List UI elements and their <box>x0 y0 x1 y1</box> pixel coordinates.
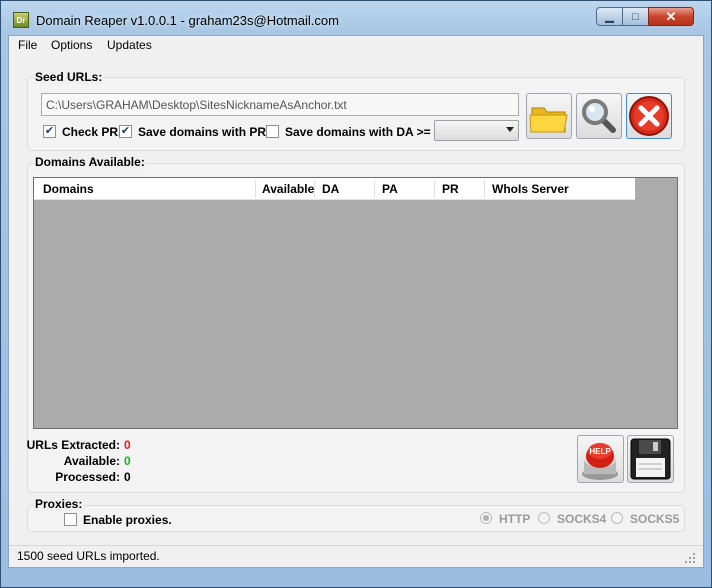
proxies-label: Proxies: <box>34 497 84 511</box>
save-da-label[interactable]: Save domains with DA >= <box>285 125 431 139</box>
proxy-socks5-label[interactable]: SOCKS5 <box>630 512 679 526</box>
close-button[interactable]: ✕ <box>648 7 694 26</box>
column-divider <box>374 180 375 198</box>
check-pr-label[interactable]: Check PR. <box>62 125 121 139</box>
column-available[interactable]: Available <box>262 182 314 196</box>
column-whois-server[interactable]: WhoIs Server <box>492 182 569 196</box>
seed-urls-label: Seed URLs: <box>34 70 104 84</box>
available-label: Available: <box>63 454 120 468</box>
column-domains[interactable]: Domains <box>43 182 94 196</box>
enable-proxies-checkbox[interactable] <box>64 513 77 526</box>
help-button-text: HELP <box>589 447 611 456</box>
da-threshold-dropdown[interactable] <box>434 120 519 141</box>
help-button[interactable]: HELP <box>577 435 624 483</box>
check-pr-checkbox[interactable]: ✔ <box>43 125 56 138</box>
domains-table[interactable] <box>33 177 678 429</box>
proxy-socks4-label[interactable]: SOCKS4 <box>557 512 606 526</box>
save-pr-label[interactable]: Save domains with PR. <box>138 125 269 139</box>
floppy-disk-icon <box>630 438 671 480</box>
stop-button[interactable] <box>626 93 672 139</box>
search-button[interactable] <box>576 93 622 139</box>
menu-file[interactable]: File <box>18 38 37 52</box>
column-divider <box>484 180 485 198</box>
status-text: 1500 seed URLs imported. <box>17 549 160 563</box>
available-value: 0 <box>124 454 131 468</box>
processed-value: 0 <box>124 470 131 484</box>
resize-grip-icon[interactable] <box>684 552 696 564</box>
save-button[interactable] <box>627 435 674 483</box>
seed-file-path-input[interactable] <box>41 93 519 116</box>
maximize-button[interactable]: □ <box>622 7 649 26</box>
column-divider <box>255 180 256 198</box>
processed-label: Processed: <box>55 470 120 484</box>
save-pr-checkbox[interactable]: ✔ <box>119 125 132 138</box>
proxy-http-label[interactable]: HTTP <box>499 512 530 526</box>
enable-proxies-label[interactable]: Enable proxies. <box>83 513 172 527</box>
menu-options[interactable]: Options <box>51 38 92 52</box>
proxy-http-radio[interactable] <box>480 512 492 524</box>
urls-extracted-value: 0 <box>124 438 131 452</box>
domains-available-label: Domains Available: <box>34 155 146 169</box>
folder-icon <box>529 107 568 133</box>
window-title: Domain Reaper v1.0.0.1 - graham23s@Hotma… <box>36 13 339 28</box>
help-icon: HELP <box>582 443 618 480</box>
open-file-button[interactable] <box>526 93 572 139</box>
minimize-button[interactable]: ▁ <box>596 7 623 26</box>
column-pa[interactable]: PA <box>382 182 398 196</box>
urls-extracted-label: URLs Extracted: <box>26 438 120 452</box>
chevron-down-icon <box>506 127 514 132</box>
stop-icon <box>629 96 669 136</box>
proxy-socks5-radio[interactable] <box>611 512 623 524</box>
menu-updates[interactable]: Updates <box>107 38 152 52</box>
column-da[interactable]: DA <box>322 182 339 196</box>
column-divider <box>314 180 315 198</box>
magnifier-icon <box>582 99 616 133</box>
column-divider <box>434 180 435 198</box>
proxy-socks4-radio[interactable] <box>538 512 550 524</box>
app-icon[interactable]: Dr <box>13 12 29 28</box>
save-da-checkbox[interactable] <box>266 125 279 138</box>
column-pr[interactable]: PR <box>442 182 459 196</box>
